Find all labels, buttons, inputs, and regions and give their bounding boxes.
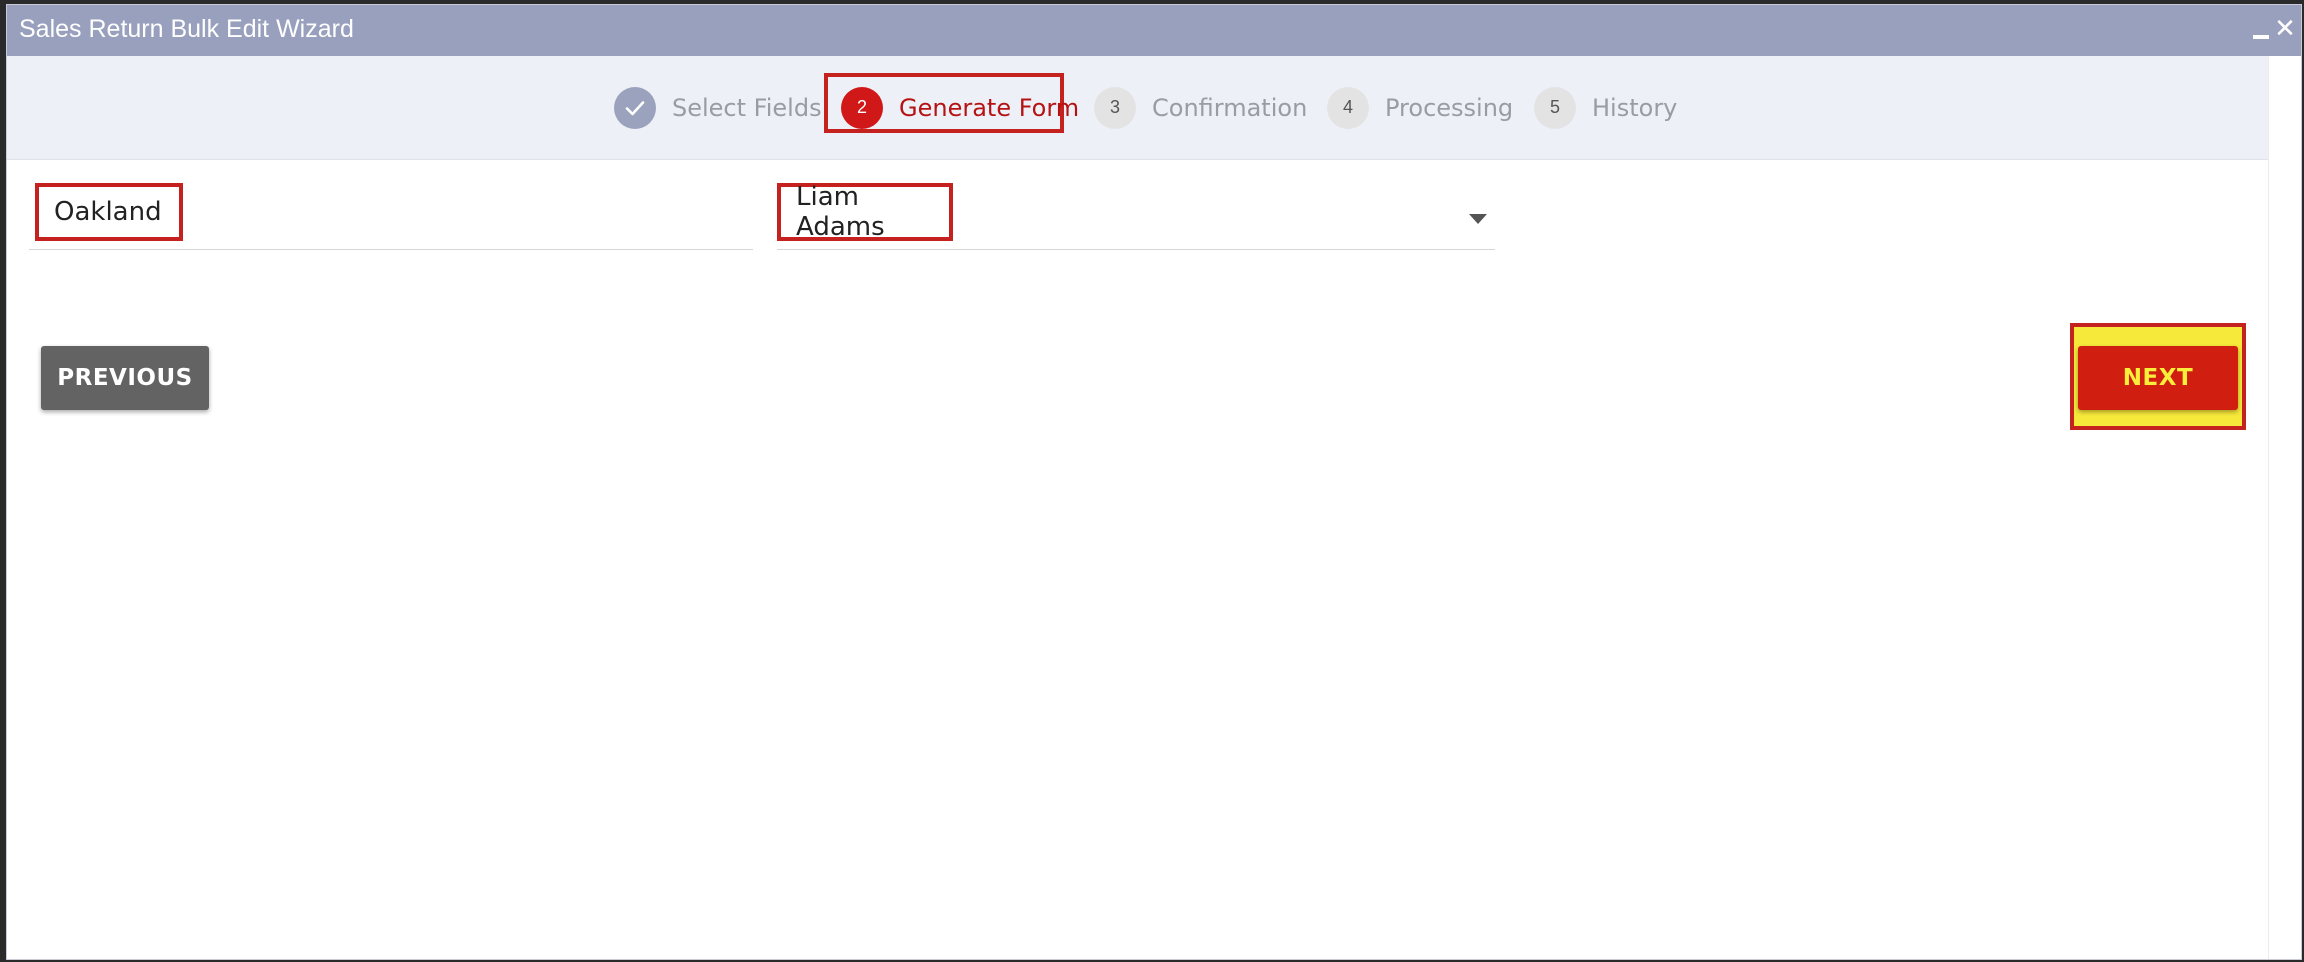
step-history[interactable]: 5 History	[1534, 56, 1677, 159]
step-number: 3	[1094, 86, 1136, 129]
dropdown-arrow-icon[interactable]	[1469, 214, 1487, 224]
assignee-select-value: Liam Adams	[796, 182, 885, 242]
step-select-fields[interactable]: Select Fields	[614, 56, 822, 159]
step-generate-form[interactable]: 2 Generate Form	[841, 56, 1079, 159]
close-button[interactable]: ✕	[2273, 13, 2297, 43]
step-number: 5	[1534, 86, 1576, 129]
assignee-field-highlight: Liam Adams	[777, 182, 953, 242]
previous-button[interactable]: PREVIOUS	[41, 346, 209, 410]
location-field-value: Oakland	[54, 197, 162, 227]
step-label: History	[1592, 93, 1678, 122]
checkmark-icon	[614, 86, 656, 129]
next-button[interactable]: NEXT	[2078, 346, 2238, 410]
wizard-stepper: Select Fields 2 Generate Form 3 Confirma…	[7, 56, 2269, 160]
window-title: Sales Return Bulk Edit Wizard	[19, 15, 354, 43]
step-label: Generate Form	[899, 93, 1080, 122]
scrollbar[interactable]	[2268, 56, 2301, 959]
location-field-highlight: Oakland	[35, 183, 183, 241]
field-underline	[777, 249, 1495, 250]
step-label: Processing	[1385, 93, 1514, 122]
minimize-button[interactable]	[2249, 13, 2273, 43]
close-icon: ✕	[2274, 13, 2296, 43]
step-label: Select Fields	[672, 93, 822, 122]
minimize-icon	[2253, 35, 2269, 39]
location-field[interactable]: Oakland	[29, 170, 753, 250]
field-underline	[29, 249, 753, 250]
step-number: 4	[1327, 86, 1369, 129]
step-number: 2	[841, 86, 883, 129]
wizard-window: Sales Return Bulk Edit Wizard ✕ Select F…	[6, 4, 2302, 960]
assignee-select[interactable]: Liam Adams	[777, 170, 1495, 250]
step-processing[interactable]: 4 Processing	[1327, 56, 1513, 159]
step-confirmation[interactable]: 3 Confirmation	[1094, 56, 1307, 159]
step-label: Confirmation	[1152, 93, 1308, 122]
title-bar: Sales Return Bulk Edit Wizard ✕	[7, 5, 2301, 56]
